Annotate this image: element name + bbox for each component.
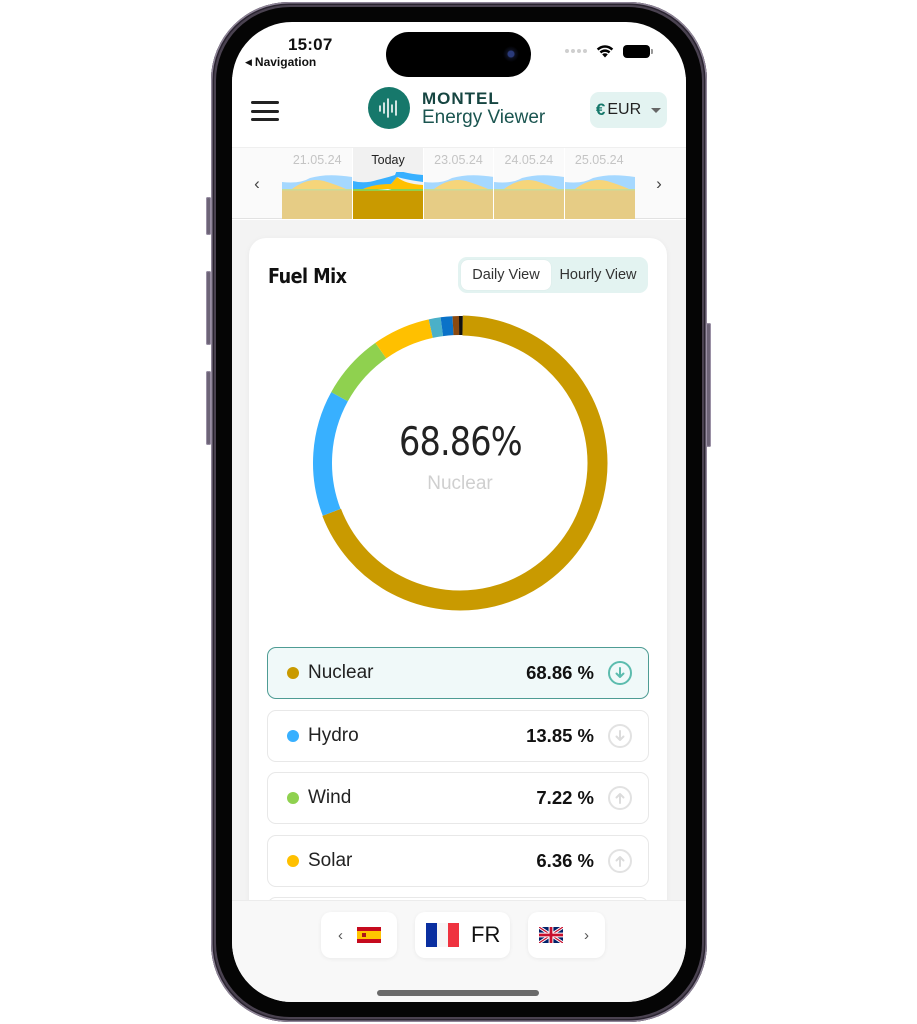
next-country-button[interactable]: › — [528, 912, 605, 958]
france-flag-icon — [426, 923, 459, 947]
date-label: 24.05.24 — [504, 153, 554, 167]
power-button — [706, 323, 711, 447]
fuel-color-dot — [287, 854, 299, 867]
app-header: MONTEL Energy Viewer € EUR — [232, 77, 686, 147]
fuel-item[interactable]: Solar 6.36 % — [267, 834, 649, 887]
montel-logo-icon — [368, 87, 410, 129]
fuel-color-dot — [287, 729, 299, 742]
date-item[interactable]: 25.05.24 — [563, 148, 635, 219]
date-label: 25.05.24 — [574, 153, 624, 167]
spain-flag-icon — [357, 927, 381, 943]
day-mix-sparkline — [494, 175, 565, 219]
menu-button[interactable] — [251, 101, 279, 121]
prev-date-button[interactable]: ‹ — [247, 174, 267, 194]
chevron-right-icon: › — [584, 926, 589, 944]
fuel-item[interactable]: Hydro 13.85 % — [267, 709, 649, 762]
fuel-name: Hydro — [308, 724, 359, 746]
main-content: Fuel Mix Daily View Hourly View 68.86% N… — [232, 220, 686, 949]
day-mix-sparkline — [564, 175, 635, 219]
arrow-up-circle-icon — [608, 786, 632, 810]
fuel-name: Wind — [308, 787, 352, 808]
fuel-percent: 13.85 % — [526, 724, 594, 746]
date-item[interactable]: 24.05.24 — [493, 148, 565, 219]
next-date-button[interactable]: › — [649, 174, 669, 194]
current-country-button[interactable]: FR — [415, 912, 510, 958]
battery-icon — [623, 44, 653, 58]
fuel-name: Nuclear — [308, 662, 374, 683]
date-label: 21.05.24 — [292, 153, 342, 167]
day-mix-sparkline — [282, 175, 352, 219]
donut-slice-hydro[interactable] — [313, 392, 348, 516]
back-triangle-icon: ◀ — [245, 56, 252, 67]
screen: 15:07 ◀ Navigation MONTEL Energy Viewer … — [232, 22, 686, 1002]
arrow-up-circle-icon — [608, 848, 632, 873]
uk-flag-icon — [539, 927, 563, 943]
date-label: 23.05.24 — [434, 153, 483, 167]
currency-code: EUR — [607, 101, 642, 118]
home-indicator — [377, 990, 539, 996]
fuel-item[interactable]: Nuclear 68.86 % — [267, 647, 649, 699]
cellular-signal-icon — [565, 49, 587, 53]
hourly-view-tab[interactable]: Hourly View — [551, 260, 645, 290]
fuel-item[interactable]: Wind 7.22 % — [267, 772, 649, 824]
date-label: Today — [371, 153, 405, 167]
hamburger-icon-bar — [251, 109, 279, 113]
back-label: Navigation — [254, 55, 317, 69]
date-item[interactable]: 23.05.24 — [422, 148, 494, 219]
wifi-icon — [596, 45, 614, 58]
fuel-percent: 6.36 % — [536, 849, 594, 871]
fuel-percent: 7.22 % — [536, 787, 594, 808]
action-button — [206, 197, 211, 235]
dropdown-caret-icon — [651, 107, 662, 113]
volume-down-button — [206, 371, 211, 445]
date-list: 21.05.24 Today 23.05.24 24.05.24 25.05.2… — [282, 148, 635, 219]
fuel-mix-card: Fuel Mix Daily View Hourly View 68.86% N… — [249, 238, 667, 949]
fuel-mix-donut-chart: 68.86% Nuclear — [311, 314, 609, 612]
hamburger-icon-bar — [251, 118, 279, 121]
euro-icon: € — [595, 100, 606, 119]
hamburger-icon-bar — [251, 101, 279, 104]
currency-selector[interactable]: € EUR — [590, 92, 667, 128]
back-to-navigation-link[interactable]: ◀ Navigation — [245, 55, 316, 69]
fuel-percent: 68.86 % — [526, 662, 594, 683]
fuel-color-dot — [287, 667, 299, 679]
date-item-today[interactable]: Today — [352, 148, 424, 219]
status-time: 15:07 — [288, 35, 333, 54]
dynamic-island — [386, 32, 531, 77]
donut-slice-solar[interactable] — [375, 319, 434, 359]
country-navigation-bar: ‹ FR › — [232, 900, 686, 1002]
status-indicators — [565, 44, 653, 58]
card-title: Fuel Mix — [268, 264, 347, 288]
donut-slice-other-teal[interactable] — [428, 317, 444, 338]
app-name: Energy Viewer — [422, 106, 546, 128]
brand-name: MONTEL — [422, 88, 500, 108]
arrow-down-circle-icon — [608, 723, 632, 748]
camera-icon — [503, 46, 519, 62]
app-logo: MONTEL Energy Viewer — [368, 87, 545, 129]
current-country-code: FR — [471, 922, 501, 947]
view-toggle: Daily View Hourly View — [458, 257, 648, 293]
fuel-color-dot — [287, 792, 299, 804]
chevron-left-icon: ‹ — [338, 926, 343, 944]
donut-slice-wind[interactable] — [331, 342, 387, 402]
date-strip: ‹ 21.05.24 Today 23.05.24 24.05.24 25.05… — [232, 147, 686, 219]
day-mix-sparkline — [353, 172, 424, 219]
daily-view-tab[interactable]: Daily View — [461, 260, 551, 290]
previous-country-button[interactable]: ‹ — [321, 912, 397, 958]
donut-svg — [313, 315, 608, 611]
date-item[interactable]: 21.05.24 — [282, 148, 352, 219]
volume-up-button — [206, 271, 211, 345]
arrow-down-circle-icon — [608, 661, 632, 685]
donut-slice-other-blue[interactable] — [440, 316, 454, 337]
fuel-name: Solar — [308, 849, 353, 871]
day-mix-sparkline — [423, 175, 494, 219]
